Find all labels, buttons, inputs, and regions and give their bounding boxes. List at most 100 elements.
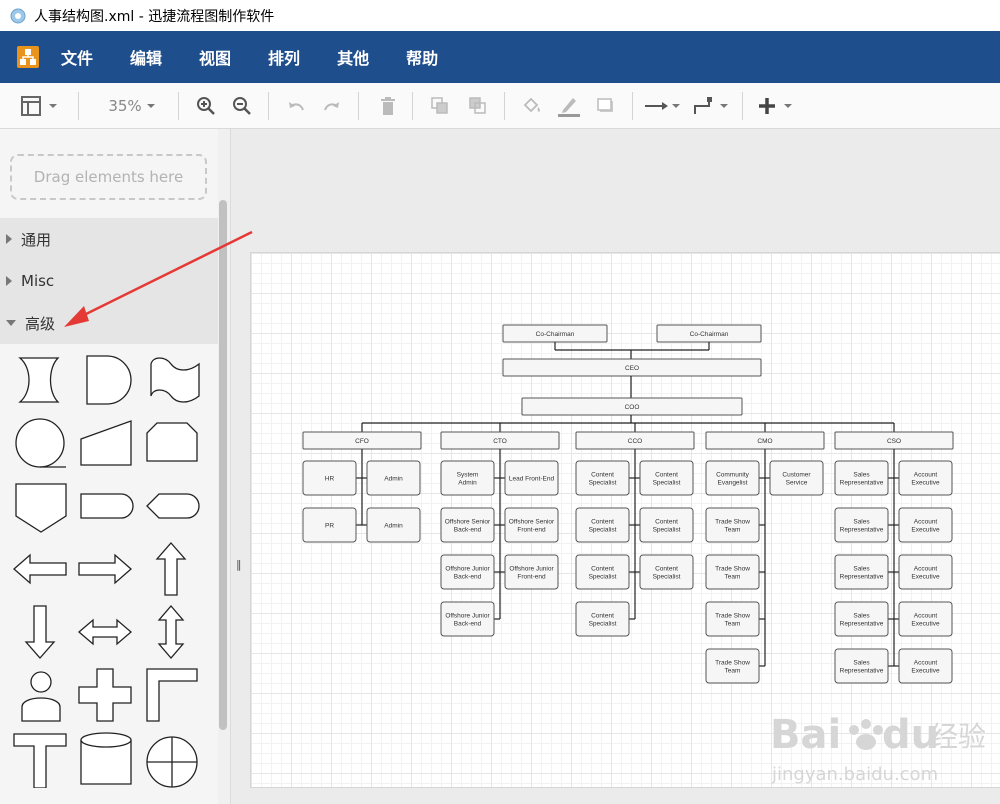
staff-node-label: Specialist <box>589 526 617 533</box>
insert-button[interactable] <box>754 83 798 128</box>
insert-icon <box>759 97 792 114</box>
staff-node-label: Team <box>725 667 741 674</box>
menu-bar: 文件 编辑 视图 排列 其他 帮助 <box>0 31 1000 83</box>
stored-data-shape[interactable] <box>10 350 70 410</box>
menu-arrange[interactable]: 排列 <box>268 45 300 69</box>
summing-junction-shape[interactable] <box>141 728 201 788</box>
staff-node-label: Content <box>655 471 678 478</box>
delay-shape[interactable] <box>75 350 135 410</box>
panel-splitter[interactable] <box>230 129 247 804</box>
staff-node-label: Back-end <box>454 526 482 533</box>
section-general[interactable]: 通用 <box>0 218 218 261</box>
menu-edit[interactable]: 编辑 <box>130 45 162 69</box>
staff-node-label: Sales <box>853 565 870 572</box>
sidebar-scrollbar[interactable] <box>219 200 227 730</box>
co-chairman-node-label: Co-Chairman <box>690 331 729 338</box>
to-back-button[interactable] <box>466 83 490 128</box>
tape-shape[interactable] <box>141 350 201 410</box>
staff-node-label: Evangelist <box>718 479 748 486</box>
cylinder-shape[interactable] <box>75 728 135 788</box>
menu-extras[interactable]: 其他 <box>337 45 369 69</box>
format-panel-button[interactable] <box>16 83 64 128</box>
staff-node-label: Representative <box>840 526 884 533</box>
t-shape[interactable] <box>10 728 70 788</box>
staff-node-label: Specialist <box>653 479 681 486</box>
undo-button[interactable] <box>284 83 308 128</box>
app-logo-icon[interactable] <box>17 46 39 68</box>
corner-shape[interactable] <box>141 665 201 725</box>
toolbar-separator <box>78 92 79 120</box>
chevron-right-icon <box>6 276 12 286</box>
redo-icon <box>324 101 339 110</box>
up-down-arrow-shape[interactable] <box>141 602 201 662</box>
cross-shape[interactable] <box>75 665 135 725</box>
staff-node-label: Account <box>914 518 938 525</box>
staff-node-label: Content <box>655 518 678 525</box>
scrolled-text-remnant <box>70 129 90 131</box>
splitter-grip-icon[interactable]: ‖ <box>236 558 242 571</box>
staff-node-label: Specialist <box>653 526 681 533</box>
delete-button[interactable] <box>376 83 400 128</box>
left-arrow-shape[interactable] <box>10 539 70 599</box>
fill-color-icon <box>523 97 540 112</box>
connection-style-button[interactable] <box>642 83 682 128</box>
staff-node-label: Back-end <box>454 573 482 580</box>
staff-node-label: Account <box>914 471 938 478</box>
department-node-label: CMO <box>757 438 772 445</box>
toolbar-separator <box>632 92 633 120</box>
staff-node-label: Customer <box>782 471 811 478</box>
staff-node-label: Lead Front-End <box>509 475 555 482</box>
actor-shape[interactable] <box>10 665 70 725</box>
section-advanced[interactable]: 高级 <box>0 302 218 345</box>
staff-node-label: Account <box>914 565 938 572</box>
left-right-arrow-shape[interactable] <box>75 602 135 662</box>
zoom-out-button[interactable] <box>230 83 254 128</box>
section-misc[interactable]: Misc <box>0 260 218 303</box>
terminator-shape[interactable] <box>75 476 135 536</box>
connection-icon <box>645 101 680 110</box>
card-shape[interactable] <box>141 413 201 473</box>
toolbar-separator <box>268 92 269 120</box>
fill-color-button[interactable] <box>520 83 544 128</box>
staff-node-label: Team <box>725 526 741 533</box>
staff-node-label: Content <box>655 565 678 572</box>
staff-node-label: Sales <box>853 659 870 666</box>
waypoints-button[interactable] <box>690 83 730 128</box>
zoom-dropdown[interactable]: 35% <box>100 83 166 128</box>
to-back-icon <box>469 96 486 114</box>
watermark-cn: 经验 <box>930 720 986 753</box>
department-node-label: CTO <box>493 438 507 445</box>
menu-help[interactable]: 帮助 <box>406 45 438 69</box>
section-general-label: 通用 <box>21 230 52 249</box>
right-arrow-shape[interactable] <box>75 539 135 599</box>
menu-file[interactable]: 文件 <box>61 45 93 69</box>
staff-node-label: HR <box>325 475 335 482</box>
to-front-button[interactable] <box>428 83 452 128</box>
zoom-in-button[interactable] <box>194 83 218 128</box>
delete-icon <box>381 96 395 115</box>
staff-node-label: Representative <box>840 479 884 486</box>
format-panel-icon <box>21 95 57 116</box>
waypoints-icon <box>694 96 728 114</box>
staff-node-label: Representative <box>840 573 884 580</box>
watermark-url: jingyan.baidu.com <box>771 764 938 785</box>
display-shape[interactable] <box>141 476 201 536</box>
staff-node-label: Trade Show <box>715 659 750 666</box>
line-color-icon <box>558 97 580 117</box>
off-page-connector-shape[interactable] <box>10 476 70 536</box>
department-node-label: CCO <box>628 438 642 445</box>
manual-input-shape[interactable] <box>75 413 135 473</box>
staff-node-label: Offshore Junior <box>509 565 554 572</box>
line-color-button[interactable] <box>556 83 582 128</box>
redo-button[interactable] <box>320 83 344 128</box>
zoom-out-icon <box>233 96 251 115</box>
baidu-jingyan-watermark: Bai du 经验 jingyan.baidu.com <box>770 712 986 785</box>
shapes-sidebar: Drag elements here 通用 Misc 高级 <box>0 129 218 804</box>
menu-view[interactable]: 视图 <box>199 45 231 69</box>
down-arrow-shape[interactable] <box>10 602 70 662</box>
sequential-data-shape[interactable] <box>10 413 70 473</box>
up-arrow-shape[interactable] <box>141 539 201 599</box>
shadow-button[interactable] <box>594 83 618 128</box>
scratchpad-drop-zone[interactable]: Drag elements here <box>10 154 207 200</box>
staff-node-label: Specialist <box>653 573 681 580</box>
